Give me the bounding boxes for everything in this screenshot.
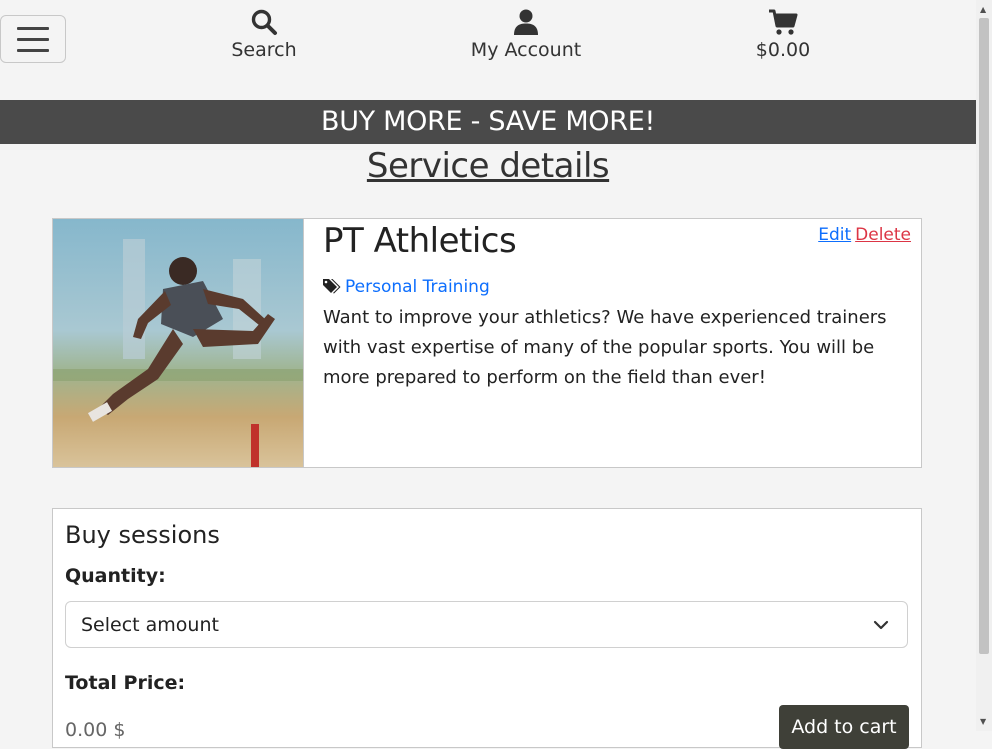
scroll-up-arrow-icon[interactable]: ▲: [980, 5, 986, 15]
service-name: PT Athletics: [323, 221, 517, 261]
service-category-link[interactable]: Personal Training: [345, 277, 490, 297]
service-card: PT Athletics Edit Delete Personal Trainin…: [52, 218, 922, 468]
nav-my-account[interactable]: My Account: [446, 8, 606, 61]
athlete-hurdle-image: [53, 219, 303, 467]
hamburger-icon-line: [17, 38, 49, 41]
scrollbar-thumb[interactable]: [979, 18, 989, 654]
nav-search[interactable]: Search: [184, 8, 344, 61]
search-icon: [251, 9, 277, 35]
nav-search-label: Search: [231, 39, 297, 61]
cart-total: $0.00: [755, 39, 811, 61]
total-price-label: Total Price:: [65, 672, 186, 694]
top-navigation: Search My Account $0.00: [0, 0, 976, 100]
buy-sessions-heading: Buy sessions: [65, 521, 220, 549]
buy-sessions-card: Buy sessions Quantity: Select amount Tot…: [52, 508, 922, 749]
nav-cart[interactable]: $0.00: [703, 8, 863, 61]
service-image: [53, 219, 304, 467]
add-to-cart-button[interactable]: Add to cart: [779, 705, 909, 749]
quantity-select[interactable]: Select amount: [65, 601, 908, 648]
user-icon: [514, 9, 538, 35]
scroll-down-arrow-icon[interactable]: ▼: [980, 717, 986, 727]
nav-my-account-label: My Account: [470, 39, 582, 61]
total-price-value: 0.00 $: [65, 719, 126, 741]
hamburger-menu-button[interactable]: [0, 15, 66, 63]
service-category: Personal Training: [323, 277, 490, 297]
service-actions: Edit Delete: [818, 225, 911, 245]
edit-link[interactable]: Edit: [818, 225, 851, 245]
quantity-select-value: Select amount: [81, 614, 219, 636]
page-scrollbar[interactable]: ▲ ▼: [976, 0, 992, 731]
quantity-label: Quantity:: [65, 565, 166, 587]
tags-icon: [323, 279, 341, 294]
delete-link[interactable]: Delete: [855, 225, 911, 245]
cart-icon: [769, 9, 798, 35]
chevron-down-icon: [873, 620, 889, 630]
service-description: Want to improve your athletics? We have …: [323, 307, 887, 388]
page-title: Service details: [366, 146, 610, 186]
promo-banner: BUY MORE - SAVE MORE!: [0, 100, 976, 144]
hamburger-icon-line: [17, 49, 49, 52]
hamburger-icon: [17, 27, 49, 30]
